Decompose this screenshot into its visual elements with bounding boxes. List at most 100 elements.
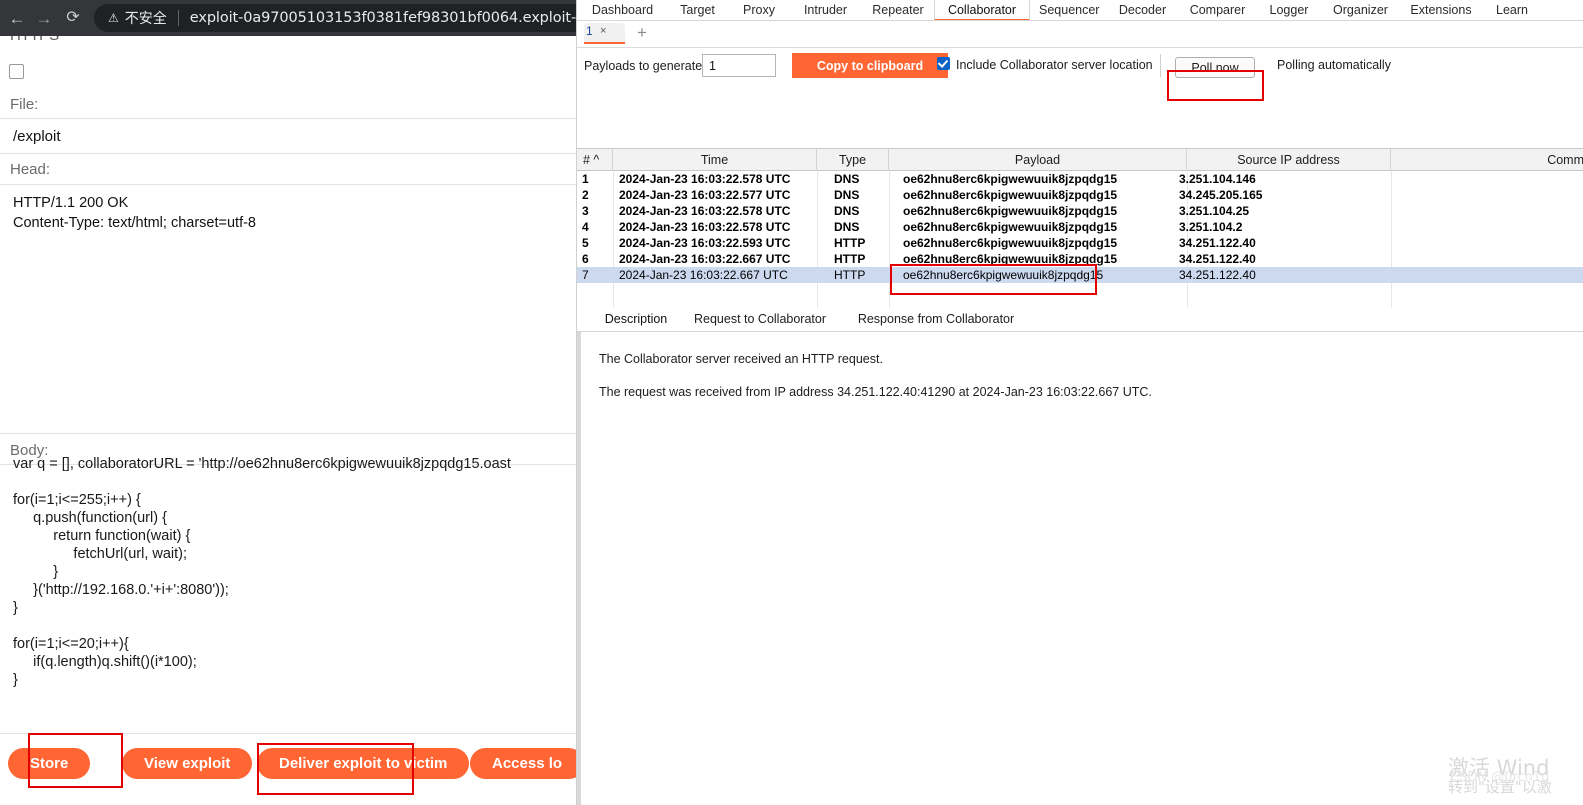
burp-main-tabbar: Dashboard Target Proxy Intruder Repeater Coll…: [577, 0, 1583, 21]
cell-time: 2024-Jan-23 16:03:22.578 UTC: [619, 204, 791, 218]
deliver-exploit-button[interactable]: Deliver exploit to victim: [257, 748, 470, 779]
cell-time: 2024-Jan-23 16:03:22.578 UTC: [619, 220, 791, 234]
cell-num: 4: [582, 220, 589, 234]
tab-extensions[interactable]: Extensions: [1400, 0, 1482, 21]
tab-dashboard[interactable]: Dashboard: [579, 0, 666, 21]
column-header-type[interactable]: Type: [817, 149, 889, 171]
tab-repeater[interactable]: Repeater: [862, 0, 934, 21]
tab-learn[interactable]: Learn: [1482, 0, 1542, 21]
tab-sequencer[interactable]: Sequencer: [1030, 0, 1107, 21]
tab-proxy[interactable]: Proxy: [729, 0, 789, 21]
cell-ip: 34.245.205.165: [1179, 188, 1263, 202]
cell-type: DNS: [834, 204, 860, 218]
arrow-right-icon[interactable]: →: [33, 7, 55, 29]
cell-payload: oe62hnu8erc6kpigwewuuik8jzpqdg15: [903, 268, 1104, 282]
poll-now-button[interactable]: Poll now: [1175, 57, 1255, 78]
tab-comparer[interactable]: Comparer: [1178, 0, 1257, 21]
cell-payload: oe62hnu8erc6kpigwewuuik8jzpqdg15: [903, 172, 1118, 186]
head-textarea[interactable]: HTTP/1.1 200 OK Content-Type: text/html;…: [0, 184, 576, 434]
cell-num: 2: [582, 188, 589, 202]
table-row[interactable]: 3 2024-Jan-23 16:03:22.578 UTC DNS oe62hnu8…: [577, 203, 1583, 219]
cell-type: DNS: [834, 172, 860, 186]
cell-ip: 34.251.122.40: [1179, 268, 1256, 282]
include-server-location-checkbox[interactable]: [937, 57, 950, 70]
tab-organizer[interactable]: Organizer: [1321, 0, 1400, 21]
table-row[interactable]: 7 2024-Jan-23 16:03:22.667 UTC HTTP oe62hnu…: [577, 267, 1583, 283]
exploit-action-buttons: Store View exploit Deliver exploit to vi…: [0, 748, 576, 788]
table-row[interactable]: 4 2024-Jan-23 16:03:22.578 UTC DNS oe62hnu8…: [577, 219, 1583, 235]
reload-icon[interactable]: ⟳: [62, 7, 84, 29]
collaborator-tab-1-label: 1: [586, 24, 593, 38]
copy-to-clipboard-button[interactable]: Copy to clipboard: [792, 53, 948, 78]
file-input-value: /exploit: [13, 128, 61, 145]
cell-ip: 34.251.122.40: [1179, 252, 1256, 266]
head-textarea-value: HTTP/1.1 200 OK Content-Type: text/html;…: [13, 195, 256, 231]
access-log-button[interactable]: Access lo: [470, 748, 576, 779]
tab-target[interactable]: Target: [666, 0, 729, 21]
cell-type: HTTP: [834, 252, 866, 266]
cell-num: 6: [582, 252, 589, 266]
tab-intruder[interactable]: Intruder: [789, 0, 862, 21]
file-input[interactable]: /exploit: [0, 118, 576, 154]
description-line-1: The Collaborator server received an HTTP…: [599, 352, 883, 366]
body-textarea[interactable]: var q = [], collaboratorURL = 'http://oe…: [0, 456, 576, 734]
cell-ip: 3.251.104.25: [1179, 204, 1250, 218]
store-button[interactable]: Store: [8, 748, 91, 779]
payloads-to-generate-label: Payloads to generate:: [584, 59, 706, 73]
cell-time: 2024-Jan-23 16:03:22.667 UTC: [619, 268, 788, 282]
description-panel: The Collaborator server received an HTTP…: [577, 332, 1583, 805]
column-header-[interactable]: # ^: [577, 149, 613, 171]
cell-num: 3: [582, 204, 589, 218]
cell-payload: oe62hnu8erc6kpigwewuuik8jzpqdg15: [903, 188, 1118, 202]
burp-suite-window: Dashboard Target Proxy Intruder Repeater Coll…: [576, 0, 1583, 805]
toolbar-divider: [1160, 54, 1161, 77]
cell-ip: 34.251.122.40: [1179, 236, 1256, 250]
column-header-source-ip-address[interactable]: Source IP address: [1187, 149, 1391, 171]
column-header-comm[interactable]: Comm: [1391, 149, 1583, 171]
url-text[interactable]: exploit-0a97005103153f0381fef98301bf0064…: [190, 10, 607, 26]
column-header-time[interactable]: Time: [613, 149, 817, 171]
collaborator-toolbar: Payloads to generate: Copy to clipboard …: [577, 48, 1583, 94]
add-tab-icon[interactable]: +: [637, 24, 647, 41]
table-row[interactable]: 1 2024-Jan-23 16:03:22.578 UTC DNS oe62hnu8…: [577, 171, 1583, 187]
head-label: Head:: [10, 161, 51, 178]
cell-num: 5: [582, 236, 589, 250]
cell-type: DNS: [834, 188, 860, 202]
arrow-left-icon[interactable]: ←: [6, 7, 28, 29]
cell-time: 2024-Jan-23 16:03:22.593 UTC: [619, 236, 791, 250]
cell-time: 2024-Jan-23 16:03:22.667 UTC: [619, 252, 791, 266]
polling-automatically-label: Polling automatically: [1277, 58, 1391, 72]
close-icon[interactable]: ×: [600, 25, 606, 37]
detail-tab-request-to-collaborator[interactable]: Request to Collaborator: [675, 308, 845, 331]
cell-type: DNS: [834, 220, 860, 234]
cell-num: 1: [582, 172, 589, 186]
view-exploit-button[interactable]: View exploit: [122, 748, 253, 779]
detail-tabbar: Description Request to Collaborator Respon…: [577, 308, 1583, 333]
security-status-text: 不安全: [124, 11, 167, 27]
cell-payload: oe62hnu8erc6kpigwewuuik8jzpqdg15: [903, 236, 1118, 250]
cell-type: HTTP: [834, 236, 866, 250]
omnibox-divider: [177, 10, 179, 26]
cell-ip: 3.251.104.146: [1179, 172, 1256, 186]
description-line-2: The request was received from IP address…: [599, 385, 1152, 399]
table-row[interactable]: 2 2024-Jan-23 16:03:22.577 UTC DNS oe62hnu8…: [577, 187, 1583, 203]
table-header-row: # ^ Time Type Payload Source IP address Comm: [577, 148, 1583, 171]
https-checkbox[interactable]: [9, 64, 24, 79]
payloads-count-input[interactable]: [702, 54, 776, 77]
tab-decoder[interactable]: Decoder: [1107, 0, 1178, 21]
table-row[interactable]: 5 2024-Jan-23 16:03:22.593 UTC HTTP oe62hnu…: [577, 235, 1583, 251]
include-server-location-label: Include Collaborator server location: [956, 58, 1153, 72]
cell-time: 2024-Jan-23 16:03:22.577 UTC: [619, 188, 791, 202]
detail-tab-response-from-collaborator[interactable]: Response from Collaborator: [827, 308, 1045, 331]
exploit-server-form: HTTPS File: /exploit Head: HTTP/1.1 200 …: [0, 36, 576, 805]
cell-num: 7: [582, 268, 589, 282]
tab-collaborator[interactable]: Collaborator: [934, 0, 1030, 21]
body-textarea-value: var q = [], collaboratorURL = 'http://oe…: [13, 456, 511, 688]
column-header-payload[interactable]: Payload: [889, 149, 1187, 171]
cell-time: 2024-Jan-23 16:03:22.578 UTC: [619, 172, 791, 186]
https-label: HTTPS: [10, 36, 59, 44]
cell-payload: oe62hnu8erc6kpigwewuuik8jzpqdg15: [903, 252, 1118, 266]
file-label: File:: [10, 96, 39, 113]
table-row[interactable]: 6 2024-Jan-23 16:03:22.667 UTC HTTP oe62hnu…: [577, 251, 1583, 267]
tab-logger[interactable]: Logger: [1257, 0, 1321, 21]
